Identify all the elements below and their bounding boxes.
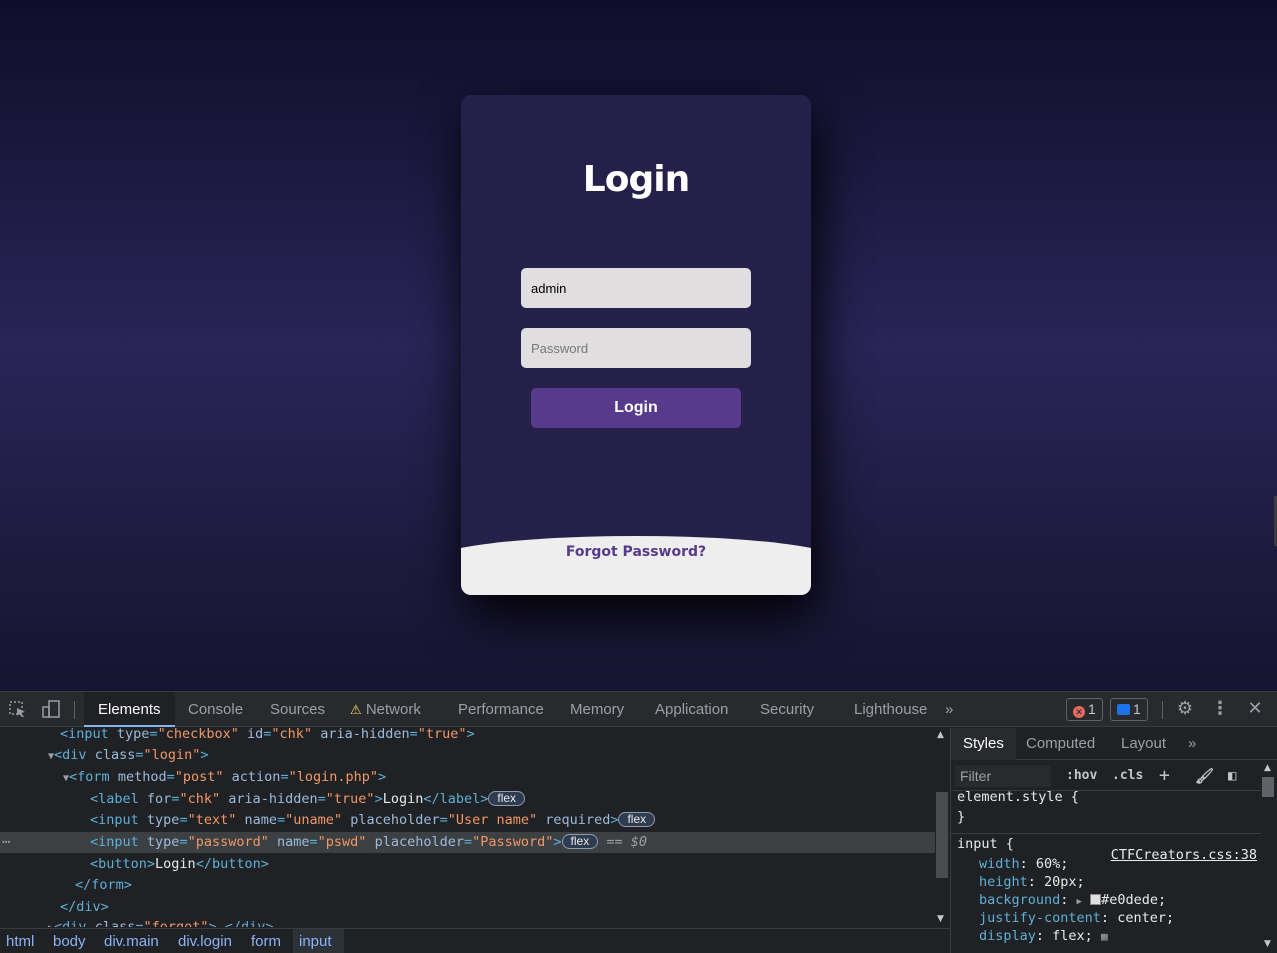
tab-console[interactable]: Console bbox=[174, 692, 257, 727]
element-style-close: } bbox=[957, 809, 966, 825]
inspect-element-icon[interactable] bbox=[8, 700, 28, 718]
device-toolbar-icon[interactable] bbox=[41, 700, 61, 718]
error-icon: ✕ bbox=[1073, 706, 1085, 718]
dom-node[interactable]: <input type="checkbox" id="chk" aria-hid… bbox=[0, 728, 935, 745]
hover-state-toggle[interactable]: :hov bbox=[1066, 765, 1097, 787]
tab-memory[interactable]: Memory bbox=[556, 692, 638, 727]
warning-icon: ⚠ bbox=[350, 702, 362, 717]
rule-selector: input { bbox=[957, 836, 1014, 852]
css-property[interactable]: background: ▶ #e0dede; bbox=[979, 891, 1166, 911]
dom-node[interactable]: <button>Login</button> bbox=[0, 854, 935, 875]
flex-editor-icon[interactable]: ▦ bbox=[1101, 930, 1108, 943]
settings-gear-icon[interactable]: ⚙ bbox=[1175, 700, 1195, 718]
username-input[interactable]: admin bbox=[521, 268, 751, 308]
element-style-selector: element.style { bbox=[957, 789, 1079, 805]
dom-node[interactable]: </form> bbox=[0, 875, 935, 896]
dom-tree: <input type="checkbox" id="chk" aria-hid… bbox=[0, 728, 935, 927]
message-icon bbox=[1117, 704, 1130, 715]
close-devtools-icon[interactable]: ✕ bbox=[1245, 700, 1265, 718]
tab-security[interactable]: Security bbox=[746, 692, 828, 727]
scroll-down-icon: ▼ bbox=[1264, 939, 1271, 949]
dom-node[interactable]: </div> bbox=[0, 897, 935, 918]
flex-badge[interactable]: flex bbox=[561, 834, 599, 849]
breadcrumb-input[interactable]: input bbox=[293, 929, 344, 953]
breadcrumb-div-main[interactable]: div.main bbox=[98, 929, 165, 953]
error-count: 1 bbox=[1088, 701, 1096, 717]
username-value: admin bbox=[531, 280, 567, 296]
css-property[interactable]: justify-content: center; bbox=[979, 909, 1174, 927]
ellipsis-icon: ⋯ bbox=[2, 834, 11, 850]
css-property[interactable]: height: 20px; bbox=[979, 873, 1085, 891]
tab-sources[interactable]: Sources bbox=[256, 692, 339, 727]
login-card: Login admin Password Login Forgot Passwo… bbox=[461, 95, 811, 595]
devtools-tabbar: Elements Console Sources ⚠ Network Perfo… bbox=[0, 692, 1277, 727]
password-placeholder: Password bbox=[531, 340, 589, 356]
breadcrumb-body[interactable]: body bbox=[47, 929, 92, 953]
login-button[interactable]: Login bbox=[531, 388, 741, 428]
scroll-thumb[interactable] bbox=[1262, 777, 1274, 797]
page-viewport: Login admin Password Login Forgot Passwo… bbox=[0, 0, 1277, 691]
styles-tabbar: Styles Computed Layout » bbox=[951, 728, 1277, 760]
tab-lighthouse[interactable]: Lighthouse bbox=[840, 692, 941, 727]
scroll-thumb[interactable] bbox=[936, 792, 948, 878]
tab-performance[interactable]: Performance bbox=[444, 692, 558, 727]
dom-node[interactable]: <input type="text" name="uname" placehol… bbox=[0, 810, 935, 831]
error-counter[interactable]: ✕ 1 bbox=[1066, 698, 1103, 721]
color-swatch[interactable] bbox=[1090, 894, 1102, 905]
toolbar-divider bbox=[74, 701, 75, 719]
breadcrumb-form[interactable]: form bbox=[245, 929, 287, 953]
flex-badge[interactable]: flex bbox=[488, 791, 526, 806]
devtools-panel: Elements Console Sources ⚠ Network Perfo… bbox=[0, 691, 1277, 953]
stylesheet-link[interactable]: CTFCreators.css:38 bbox=[1111, 847, 1257, 863]
forgot-password-link[interactable]: Forgot Password? bbox=[461, 544, 811, 560]
paint-brush-icon[interactable]: 🖌 bbox=[1195, 765, 1214, 787]
dom-node[interactable]: ▼<form method="post" action="login.php"> bbox=[0, 767, 935, 788]
dom-node[interactable]: <label for="chk" aria-hidden="true">Logi… bbox=[0, 789, 935, 810]
tab-layout[interactable]: Layout bbox=[1109, 728, 1178, 760]
scroll-up-icon: ▲ bbox=[1264, 763, 1271, 773]
scroll-up-icon: ▲ bbox=[937, 730, 944, 740]
tab-network[interactable]: ⚠ Network bbox=[336, 692, 435, 727]
toggle-sidebar-icon[interactable]: ◧ bbox=[1228, 765, 1236, 787]
password-input[interactable]: Password bbox=[521, 328, 751, 368]
toolbar-divider bbox=[1162, 701, 1163, 719]
expand-triangle-icon: ▶ bbox=[1076, 897, 1082, 907]
breadcrumb: html body div.main div.login form input bbox=[0, 928, 950, 953]
tab-styles[interactable]: Styles bbox=[951, 728, 1016, 760]
dom-node[interactable]: ▶<div class="forgot">…</div> bbox=[0, 917, 935, 927]
tab-computed[interactable]: Computed bbox=[1014, 728, 1107, 760]
breadcrumb-div-login[interactable]: div.login bbox=[172, 929, 238, 953]
css-property[interactable]: display: flex; ▦ bbox=[979, 927, 1108, 946]
css-property[interactable]: width: 60%; bbox=[979, 855, 1068, 873]
more-tabs-icon[interactable]: » bbox=[937, 692, 961, 727]
breadcrumb-html[interactable]: html bbox=[0, 929, 40, 953]
message-counter[interactable]: 1 bbox=[1110, 698, 1148, 721]
kebab-menu-icon[interactable]: ⋮ bbox=[1210, 700, 1230, 718]
message-count: 1 bbox=[1133, 701, 1141, 717]
styles-scrollbar[interactable]: ▲ ▼ bbox=[1261, 761, 1275, 953]
rule-divider bbox=[951, 833, 1261, 834]
dom-node[interactable]: ▼<div class="login"> bbox=[0, 745, 935, 766]
tab-application[interactable]: Application bbox=[641, 692, 742, 727]
styles-filter-input[interactable]: Filter bbox=[955, 765, 1051, 787]
dom-node-selected[interactable]: ⋯ <input type="password" name="pswd" plac… bbox=[0, 832, 935, 853]
add-rule-icon[interactable]: + bbox=[1159, 765, 1170, 787]
styles-pane: Styles Computed Layout » Filter :hov .cl… bbox=[950, 728, 1277, 953]
flex-badge[interactable]: flex bbox=[618, 812, 656, 827]
tab-elements[interactable]: Elements bbox=[84, 692, 175, 727]
class-toggle[interactable]: .cls bbox=[1112, 765, 1143, 787]
more-panes-icon[interactable]: » bbox=[1176, 728, 1208, 760]
scroll-down-icon: ▼ bbox=[937, 914, 944, 924]
tab-network-label: Network bbox=[365, 701, 421, 718]
elements-scrollbar[interactable]: ▲ ▼ bbox=[935, 728, 949, 927]
styles-filterbar: Filter :hov .cls + 🖌 ◧ bbox=[951, 761, 1261, 791]
login-title: Login bbox=[582, 159, 690, 200]
